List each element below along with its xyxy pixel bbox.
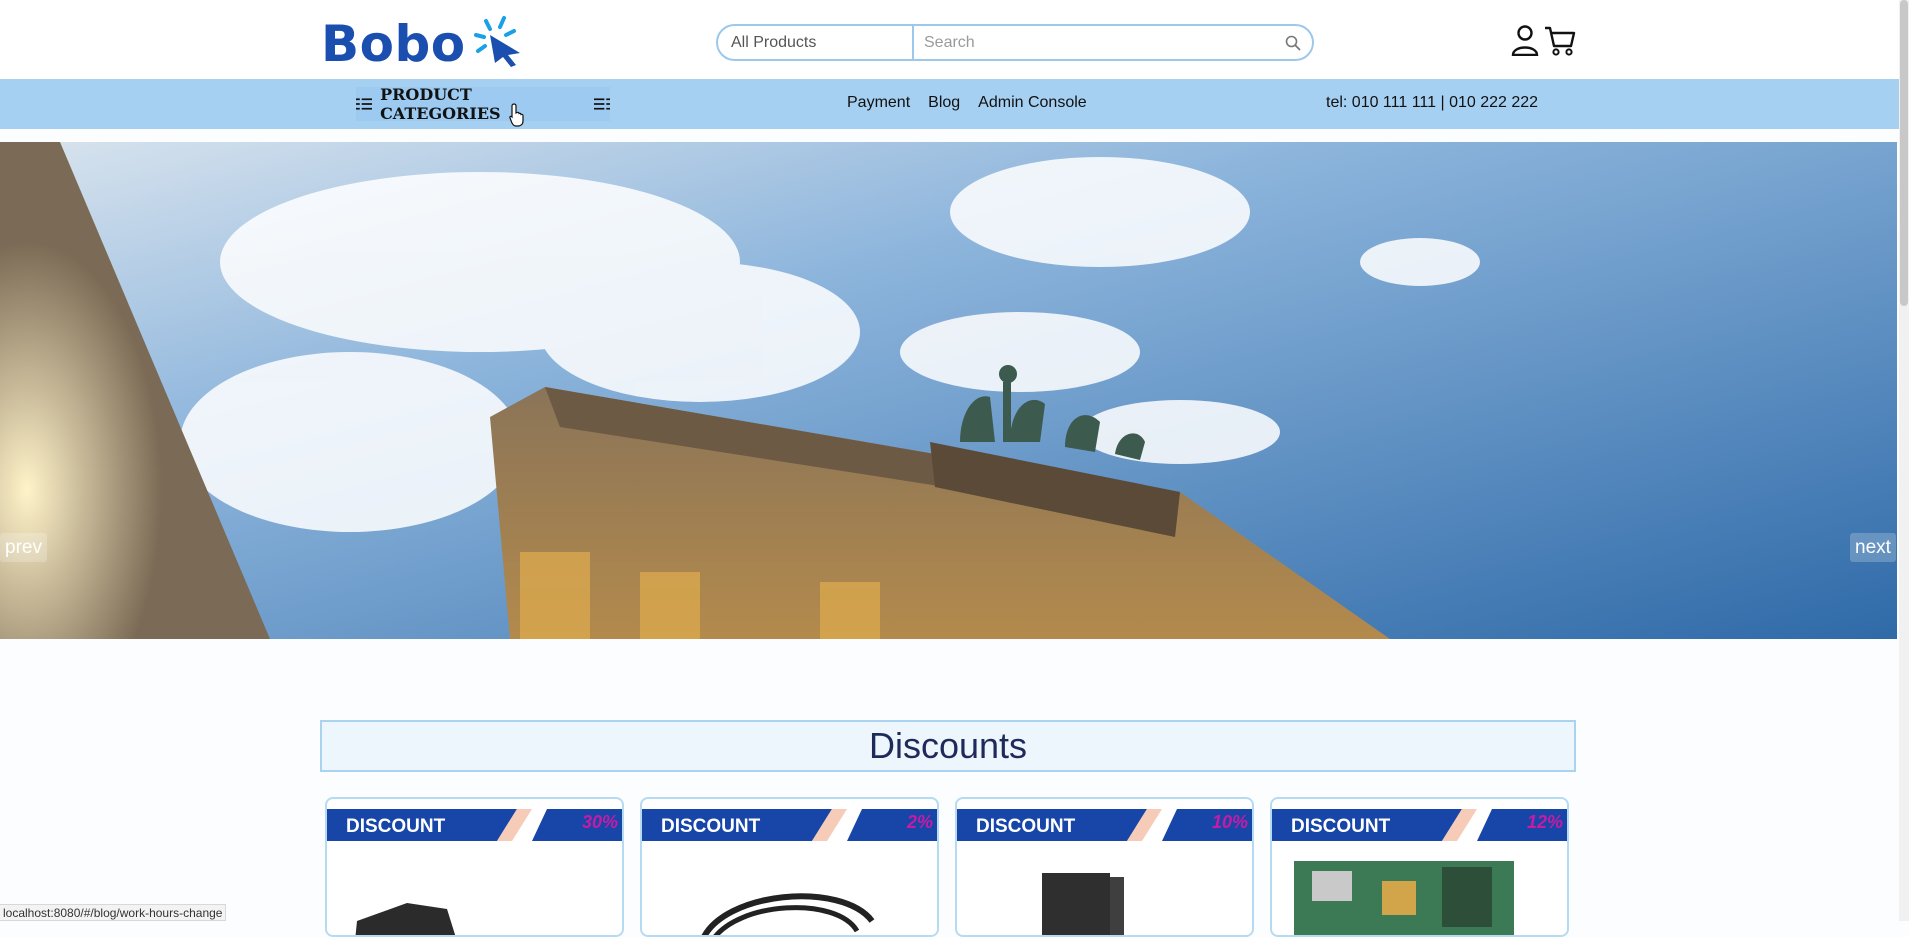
category-select[interactable]: All Products — [718, 26, 914, 59]
discount-card[interactable]: DISCOUNT 10% — [955, 797, 1254, 937]
product-image — [1294, 861, 1514, 935]
discount-percent: 30% — [581, 812, 618, 832]
scrollbar-thumb[interactable] — [1900, 0, 1908, 306]
product-image — [355, 903, 456, 935]
user-icon[interactable] — [1511, 24, 1539, 56]
discount-label: DISCOUNT — [661, 816, 761, 837]
search-icon[interactable] — [1284, 34, 1302, 52]
hand-pointer-cursor-icon — [509, 103, 524, 127]
site-header: Bobo All Products Search — [0, 0, 1899, 79]
logo[interactable]: Bobo — [321, 15, 526, 73]
discount-label: DISCOUNT — [1291, 816, 1391, 837]
discount-percent: 2% — [906, 812, 933, 832]
hero-image — [0, 142, 1897, 639]
list-icon — [593, 98, 610, 110]
product-categories-button[interactable]: PRODUCT CATEGORIES — [356, 85, 610, 123]
nav-link-blog[interactable]: Blog — [928, 94, 960, 112]
discounts-heading: Discounts — [320, 720, 1576, 772]
discount-percent: 10% — [1211, 812, 1248, 832]
discount-label: DISCOUNT — [346, 816, 446, 837]
discount-card[interactable]: DISCOUNT 12% — [1270, 797, 1569, 937]
cart-icon[interactable] — [1543, 24, 1577, 56]
discount-percent: 12% — [1526, 812, 1563, 832]
search-input[interactable]: Search — [914, 26, 1284, 59]
cursor-star-icon — [473, 16, 520, 67]
status-bar-url: localhost:8080/#/blog/work-hours-change — [0, 904, 227, 921]
search-placeholder: Search — [924, 33, 975, 51]
product-categories-label: PRODUCT CATEGORIES — [380, 85, 501, 123]
page-scrollbar[interactable] — [1899, 0, 1909, 921]
discount-card[interactable]: DISCOUNT 30% — [325, 797, 624, 937]
nav-links: Payment Blog Admin Console — [847, 94, 1087, 112]
telephone-info: tel: 010 111 111 | 010 222 222 — [1326, 94, 1539, 111]
nav-link-payment[interactable]: Payment — [847, 94, 910, 112]
search-bar: All Products Search — [716, 24, 1314, 61]
discount-card[interactable]: DISCOUNT 2% — [640, 797, 939, 937]
product-image — [1042, 873, 1124, 935]
list-icon — [356, 98, 373, 110]
nav-link-admin-console[interactable]: Admin Console — [978, 94, 1087, 112]
logo-text: Bobo — [321, 15, 466, 73]
discount-label: DISCOUNT — [976, 816, 1076, 837]
main-navbar: PRODUCT CATEGORIES Payment Blog Admin Co… — [0, 79, 1899, 129]
slider-next-button[interactable]: next — [1850, 533, 1896, 562]
slider-prev-button[interactable]: prev — [0, 533, 47, 562]
hero-slider: prev next — [0, 142, 1897, 639]
product-image — [701, 893, 875, 935]
category-select-value: All Products — [731, 33, 817, 51]
